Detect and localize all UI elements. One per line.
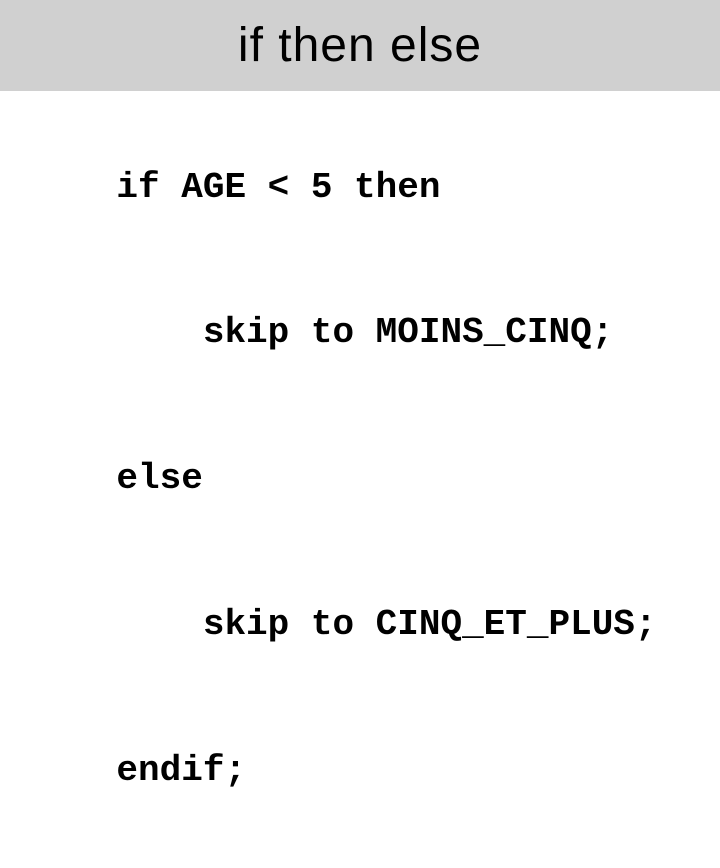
code-line-2: skip to MOINS_CINQ; bbox=[116, 312, 613, 353]
code-line-1: if AGE < 5 then bbox=[116, 167, 440, 208]
page-title: if then else bbox=[238, 19, 482, 72]
code-line-4: skip to CINQ_ET_PLUS; bbox=[116, 604, 656, 645]
header-bar: if then else bbox=[0, 0, 720, 91]
code-block: if AGE < 5 then skip to MOINS_CINQ; else… bbox=[30, 115, 690, 844]
code-line-3: else bbox=[116, 458, 202, 499]
code-line-5: endif; bbox=[116, 750, 246, 791]
code-content: if AGE < 5 then skip to MOINS_CINQ; else… bbox=[0, 91, 720, 868]
